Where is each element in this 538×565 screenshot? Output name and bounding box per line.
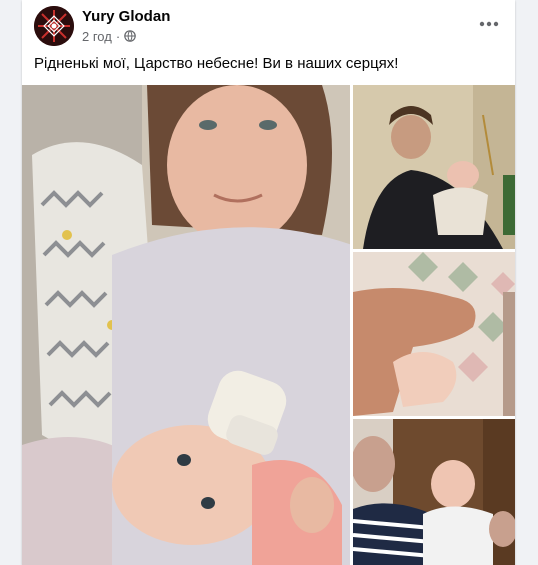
author-name[interactable]: Yury Glodan xyxy=(82,8,170,25)
photo-middle-right[interactable] xyxy=(353,252,515,416)
author-avatar[interactable] xyxy=(34,6,74,46)
photo-main[interactable] xyxy=(22,85,350,565)
post-card: Yury Glodan 2 год · Рідненькі мої, Царст… xyxy=(22,0,515,565)
globe-icon[interactable] xyxy=(124,30,136,42)
photo-top-right[interactable] xyxy=(353,85,515,249)
more-options-icon[interactable] xyxy=(475,12,503,36)
post-header: Yury Glodan 2 год · xyxy=(22,0,515,56)
post-caption: Рідненькі мої, Царство небесне! Ви в наш… xyxy=(34,55,399,72)
meta-separator: · xyxy=(115,28,121,44)
post-meta: 2 год · xyxy=(82,28,136,44)
post-timestamp[interactable]: 2 год xyxy=(82,29,112,44)
photo-grid xyxy=(22,85,515,565)
photo-bottom-right[interactable] xyxy=(353,419,515,565)
